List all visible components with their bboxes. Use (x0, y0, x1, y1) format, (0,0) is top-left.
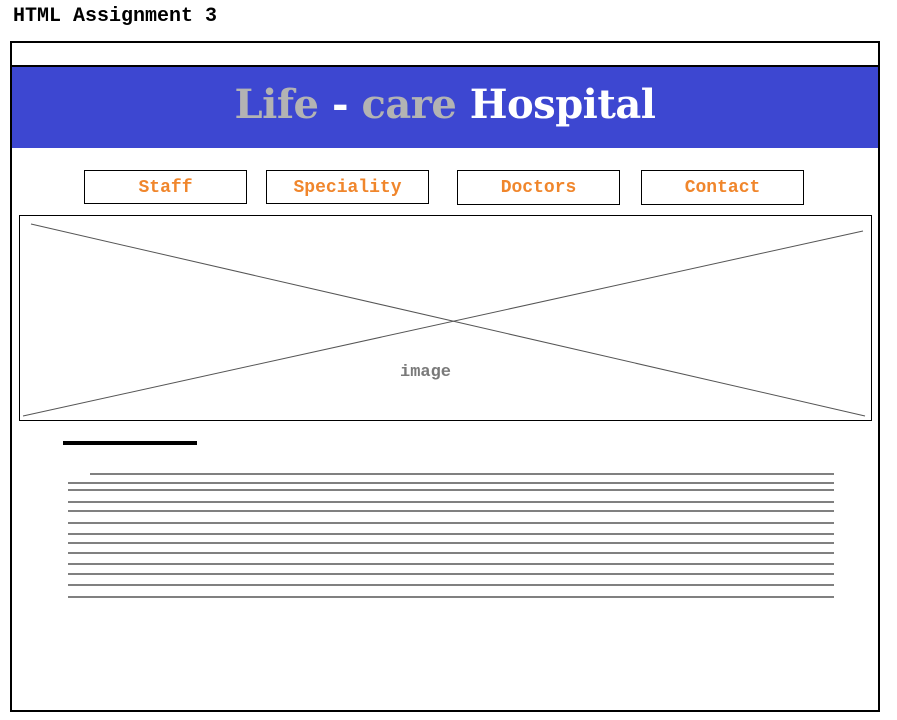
paragraph-text-placeholder (68, 473, 834, 598)
